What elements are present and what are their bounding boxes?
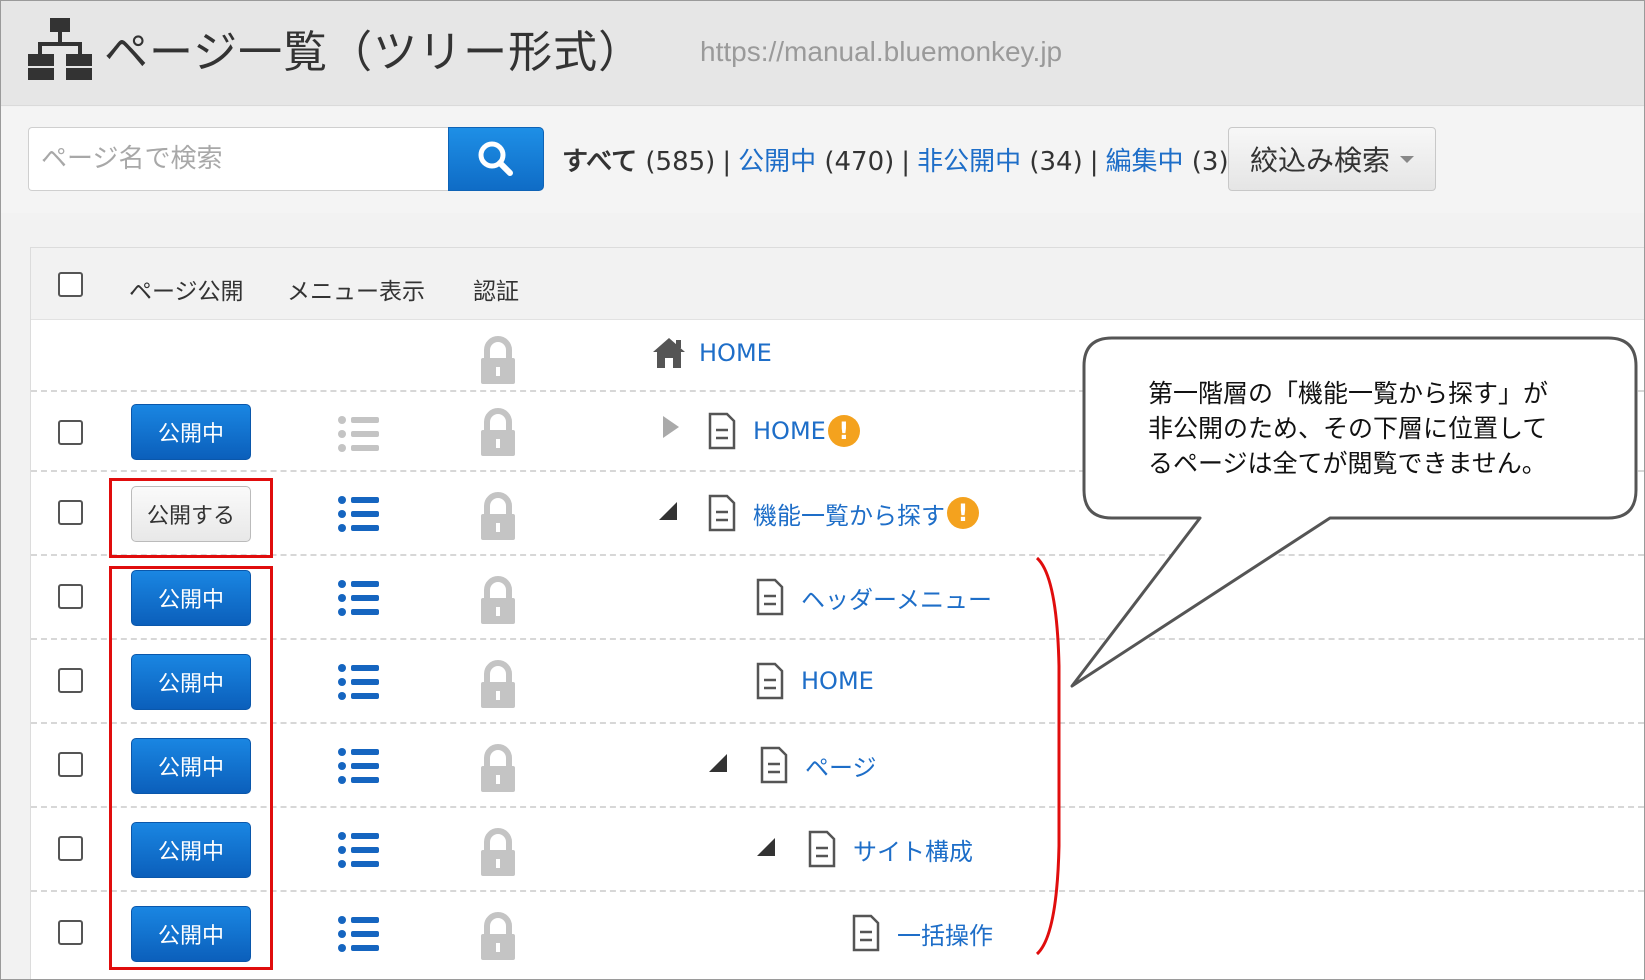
tree-node-label[interactable]: HOME	[753, 417, 826, 445]
lock-icon	[481, 576, 515, 624]
chevron-down-icon	[1400, 155, 1414, 163]
collapse-arrow-icon[interactable]	[657, 500, 679, 522]
document-icon	[808, 830, 836, 868]
lock-icon	[481, 744, 515, 792]
filter-public-count: (470)	[824, 147, 895, 177]
site-url: https://manual.bluemonkey.jp	[700, 36, 1063, 67]
sitemap-icon	[28, 18, 92, 80]
tree-node-root[interactable]: HOME	[651, 336, 772, 370]
lock-icon	[481, 828, 515, 876]
filter-separator: |	[722, 147, 732, 177]
search-icon	[478, 141, 513, 176]
column-header-menu: メニュー表示	[287, 279, 425, 305]
refine-search-label: 絞込み検索	[1249, 144, 1390, 177]
tree-node-label[interactable]: ページ	[805, 748, 877, 783]
title-bar: ページ一覧（ツリー形式） https://manual.bluemonkey.j…	[0, 0, 1645, 106]
filter-all-count: (585)	[645, 147, 716, 177]
lock-icon	[481, 336, 515, 384]
filter-separator: |	[901, 147, 911, 177]
tree-node-label[interactable]: サイト構成	[853, 832, 973, 867]
callout-line: るページは全てが閲覧できません。	[1148, 449, 1547, 478]
tree-node[interactable]: ヘッダーメニュー	[755, 578, 992, 616]
document-icon	[756, 578, 784, 616]
status-filters: すべて (585) | 公開中 (470) | 非公開中 (34) | 編集中 (3)	[562, 141, 1229, 178]
annotation-box-publish-button	[109, 478, 273, 558]
lock-icon	[481, 660, 515, 708]
collapse-arrow-icon[interactable]	[755, 836, 777, 858]
search-button[interactable]	[448, 127, 544, 191]
expand-arrow-icon[interactable]	[661, 414, 681, 440]
lock-icon	[481, 912, 515, 960]
tree-node-label[interactable]: 一括操作	[897, 916, 993, 951]
row-checkbox[interactable]	[58, 752, 83, 777]
row-checkbox[interactable]	[58, 420, 83, 445]
search-input[interactable]	[28, 127, 448, 191]
page-title: ページ一覧（ツリー形式）	[104, 27, 644, 78]
filter-private[interactable]: 非公開中	[917, 147, 1021, 177]
list-icon[interactable]	[337, 662, 381, 702]
filter-all[interactable]: すべて	[562, 147, 637, 177]
table-header: ページ公開 メニュー表示 認証	[31, 248, 1644, 320]
document-icon	[708, 412, 736, 450]
tree-node[interactable]: 機能一覧から探す !	[707, 494, 979, 532]
collapse-arrow-icon[interactable]	[707, 752, 729, 774]
row-checkbox[interactable]	[58, 668, 83, 693]
lock-icon	[481, 492, 515, 540]
filter-separator: |	[1089, 147, 1099, 177]
tree-node-label[interactable]: ヘッダーメニュー	[801, 580, 992, 615]
list-icon[interactable]	[337, 578, 381, 618]
tree-node[interactable]: 一括操作	[851, 914, 993, 952]
filter-editing-count: (3)	[1191, 147, 1229, 177]
list-icon[interactable]	[337, 830, 381, 870]
document-icon	[852, 914, 880, 952]
callout-text: 第一階層の「機能一覧から探す」が 非公開のため、その下層に位置して るページは全…	[1148, 376, 1618, 481]
home-icon	[653, 338, 685, 368]
tree-node-label[interactable]: HOME	[801, 667, 874, 695]
refine-search-button[interactable]: 絞込み検索	[1228, 127, 1436, 191]
annotation-box-child-buttons	[109, 566, 273, 970]
tree-node-label[interactable]: HOME	[699, 339, 772, 367]
callout-line: 第一階層の「機能一覧から探す」が	[1148, 379, 1549, 408]
column-header-publish: ページ公開	[129, 279, 244, 305]
document-icon	[708, 494, 736, 532]
filter-public[interactable]: 公開中	[738, 147, 816, 177]
column-header-auth: 認証	[473, 279, 519, 305]
tree-node[interactable]: HOME !	[707, 412, 860, 450]
row-checkbox[interactable]	[58, 584, 83, 609]
exclamation-icon: !	[947, 497, 979, 529]
tree-node-label[interactable]: 機能一覧から探す	[753, 496, 945, 531]
list-icon[interactable]	[337, 494, 381, 534]
document-icon	[756, 662, 784, 700]
list-icon[interactable]	[337, 414, 381, 454]
tree-node[interactable]: HOME	[755, 662, 874, 700]
tree-node[interactable]: ページ	[759, 746, 877, 784]
tree-node[interactable]: サイト構成	[807, 830, 973, 868]
list-icon[interactable]	[337, 914, 381, 954]
publish-status-button[interactable]: 公開中	[131, 404, 251, 460]
callout-line: 非公開のため、その下層に位置して	[1148, 414, 1548, 443]
filter-editing[interactable]: 編集中	[1105, 147, 1183, 177]
exclamation-icon: !	[827, 415, 860, 447]
lock-icon	[481, 408, 515, 456]
row-checkbox[interactable]	[58, 920, 83, 945]
filter-private-count: (34)	[1029, 147, 1083, 177]
row-checkbox[interactable]	[58, 500, 83, 525]
row-checkbox[interactable]	[58, 836, 83, 861]
document-icon	[760, 746, 788, 784]
list-icon[interactable]	[337, 746, 381, 786]
select-all-checkbox[interactable]	[58, 272, 83, 297]
toolbar: すべて (585)|公開中 (470)|非公開中 (34)|編集中 (3) 絞込…	[0, 107, 1645, 213]
